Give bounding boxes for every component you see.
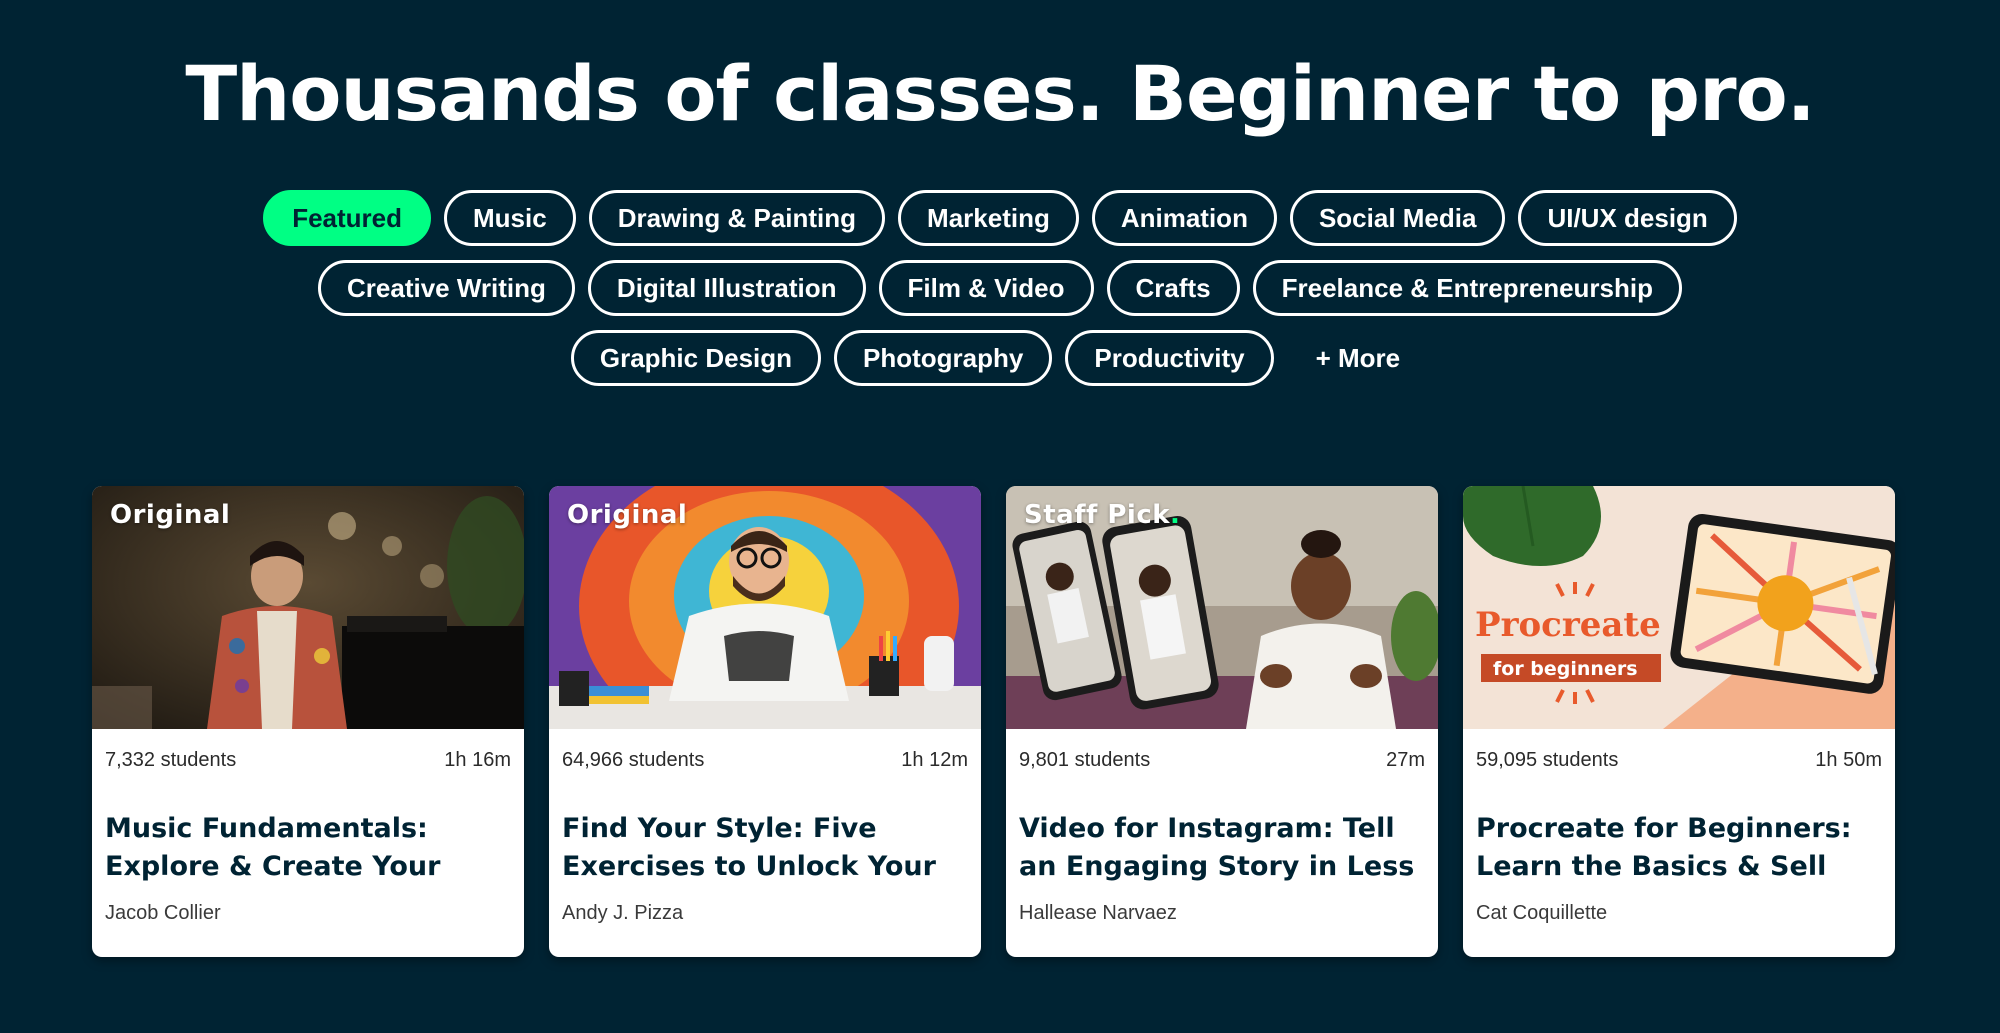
category-pill-drawing-painting[interactable]: Drawing & Painting (588, 190, 886, 246)
class-card[interactable]: Staff Pick. 9,801 students 27m Video for… (1006, 486, 1438, 957)
student-count: 59,095 students (1476, 749, 1619, 771)
teacher-name[interactable]: Hallease Narvaez (1019, 902, 1425, 925)
class-card-list: Original 7,332 students 1h 16m Music Fun… (92, 486, 1896, 957)
category-row-3: Graphic Design Photography Productivity … (0, 330, 2000, 386)
class-thumbnail: Original (92, 486, 524, 729)
student-count: 64,966 students (562, 749, 705, 771)
class-card[interactable]: Original 64,966 students 1h 12m Find You… (549, 486, 981, 957)
page-headline: Thousands of classes. Beginner to pro. (185, 49, 1815, 138)
category-pill-film-video[interactable]: Film & Video (878, 260, 1094, 316)
class-meta: 59,095 students 1h 50m (1463, 749, 1895, 772)
category-pill-graphic-design[interactable]: Graphic Design (570, 330, 822, 386)
category-pill-digital-illustration[interactable]: Digital Illustration (587, 260, 866, 316)
teacher-name[interactable]: Andy J. Pizza (562, 902, 968, 925)
procreate-thumbnail-subtitle: for beginners (1493, 658, 1638, 680)
category-pill-ui-ux-design[interactable]: UI/UX design (1518, 190, 1737, 246)
category-pill-photography[interactable]: Photography (834, 330, 1053, 386)
category-pill-productivity[interactable]: Productivity (1065, 330, 1274, 386)
procreate-thumbnail-title: Procreate (1475, 605, 1661, 645)
student-count: 7,332 students (105, 749, 237, 771)
class-title[interactable]: Video for Instagram: Tell an Engaging St… (1019, 810, 1425, 886)
class-card[interactable]: Original 7,332 students 1h 16m Music Fun… (92, 486, 524, 957)
class-card[interactable]: Procreate for beginners 59,095 students … (1463, 486, 1895, 957)
student-count: 9,801 students (1019, 749, 1151, 771)
category-row-2: Creative Writing Digital Illustration Fi… (0, 260, 2000, 316)
category-pill-crafts[interactable]: Crafts (1106, 260, 1240, 316)
class-title[interactable]: Procreate for Beginners: Learn the Basic… (1476, 810, 1882, 886)
original-badge: Original (567, 500, 688, 530)
class-meta: 9,801 students 27m (1006, 749, 1438, 772)
class-thumbnail: Procreate for beginners (1463, 486, 1895, 729)
category-pill-marketing[interactable]: Marketing (898, 190, 1079, 246)
class-thumbnail: Staff Pick. (1006, 486, 1438, 729)
staff-pick-badge: Staff Pick. (1024, 500, 1181, 530)
class-thumbnail: Original (549, 486, 981, 729)
class-duration: 27m (1386, 749, 1425, 771)
class-duration: 1h 12m (901, 749, 968, 771)
thumbnail-image: Procreate for beginners (1463, 486, 1895, 729)
category-pill-creative-writing[interactable]: Creative Writing (318, 260, 575, 316)
class-title[interactable]: Find Your Style: Five Exercises to Unloc… (562, 810, 968, 886)
category-row-1: Featured Music Drawing & Painting Market… (0, 190, 2000, 246)
category-pill-freelance-entrepreneurship[interactable]: Freelance & Entrepreneurship (1252, 260, 1682, 316)
class-meta: 7,332 students 1h 16m (92, 749, 524, 772)
class-meta: 64,966 students 1h 12m (549, 749, 981, 772)
category-pill-music[interactable]: Music (444, 190, 576, 246)
category-pill-featured[interactable]: Featured (263, 190, 431, 246)
class-duration: 1h 50m (1815, 749, 1882, 771)
more-categories-link[interactable]: + More (1287, 330, 1430, 386)
category-pill-animation[interactable]: Animation (1091, 190, 1277, 246)
teacher-name[interactable]: Cat Coquillette (1476, 902, 1882, 925)
class-duration: 1h 16m (444, 749, 511, 771)
class-title[interactable]: Music Fundamentals: Explore & Create You… (105, 810, 511, 886)
category-pill-social-media[interactable]: Social Media (1289, 190, 1506, 246)
original-badge: Original (110, 500, 231, 530)
teacher-name[interactable]: Jacob Collier (105, 902, 511, 925)
